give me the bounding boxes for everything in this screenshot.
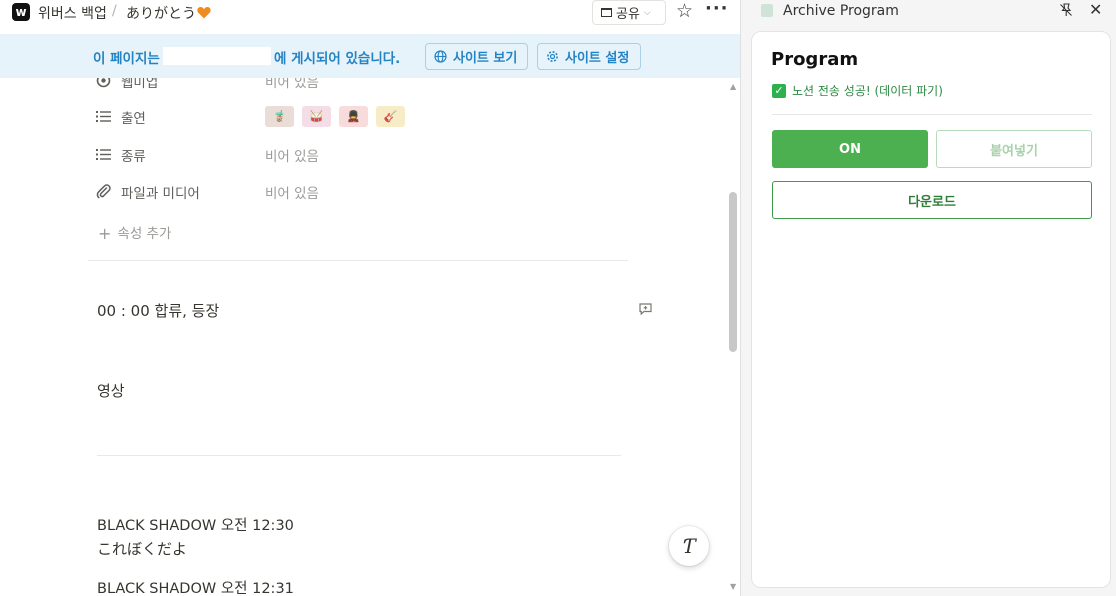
property-name: 파일과 미디어 (121, 186, 200, 202)
window-icon (601, 8, 612, 17)
help-button[interactable]: Ƭ (669, 526, 709, 566)
comment-icon[interactable] (639, 303, 652, 315)
divider (88, 260, 628, 261)
text-block[interactable]: 영상 (97, 380, 125, 401)
unpin-icon[interactable] (1059, 3, 1073, 17)
extension-icon (761, 4, 773, 17)
paperclip-icon (96, 184, 111, 199)
notion-page: w 위버스 백업 / ありがとう 공유 ⌵ ☆ ··· 웹미업 비어 있음 출연… (0, 0, 740, 596)
share-label: 공유 (616, 7, 640, 22)
property-name: 종류 (121, 149, 146, 165)
property-row[interactable]: 종류 비어 있음 (96, 144, 636, 166)
on-button[interactable]: ON (772, 130, 928, 168)
divider (772, 114, 1092, 115)
tag-list[interactable]: 🧋 🥁 💂 🎸 (265, 106, 405, 127)
paste-button[interactable]: 붙여넣기 (936, 130, 1092, 168)
breadcrumb-workspace[interactable]: 위버스 백업 (38, 3, 107, 23)
breadcrumb-page[interactable]: ありがとう (126, 3, 211, 23)
workspace-logo-icon[interactable]: w (12, 3, 30, 21)
banner-text-prefix: 이 페이지는 (93, 51, 160, 67)
text-block[interactable]: これぼくだよ (97, 538, 187, 559)
scroll-down-arrow-icon[interactable]: ▼ (730, 582, 736, 591)
breadcrumb-separator: / (112, 3, 117, 19)
banner-text-suffix: 에 게시되어 있습니다. (274, 51, 401, 67)
globe-icon (434, 50, 447, 63)
scroll-up-arrow-icon[interactable]: ▲ (730, 82, 736, 91)
chevron-down-icon: ⌵ (643, 7, 651, 18)
check-icon: ✓ (772, 83, 786, 98)
tag[interactable]: 💂 (339, 106, 368, 127)
property-value[interactable]: 비어 있음 (265, 182, 319, 202)
download-button[interactable]: 다운로드 (772, 181, 1092, 219)
status-message: ✓ 노션 전송 성공! (데이터 파기) (772, 82, 943, 99)
property-name: 출연 (121, 111, 146, 127)
site-settings-label: 사이트 설정 (565, 51, 630, 66)
orange-heart-icon (197, 7, 211, 19)
plus-icon: + (98, 224, 112, 243)
property-value[interactable]: 비어 있음 (265, 145, 319, 165)
redacted-site-url (163, 47, 271, 65)
scrollbar-thumb[interactable] (729, 192, 737, 352)
list-icon (96, 149, 111, 160)
card-title: Program (771, 49, 859, 70)
view-site-button[interactable]: 사이트 보기 (425, 43, 528, 70)
tag[interactable]: 🧋 (265, 106, 294, 127)
text-block[interactable]: BLACK SHADOW 오전 12:31 (97, 577, 294, 596)
status-text: 노션 전송 성공! (데이터 파기) (792, 84, 943, 98)
divider (97, 455, 621, 456)
share-button[interactable]: 공유 ⌵ (592, 0, 666, 25)
tag[interactable]: 🥁 (302, 106, 331, 127)
more-icon[interactable]: ··· (705, 0, 729, 19)
text-block[interactable]: 00 : 00 합류, 등장 (97, 300, 219, 321)
gear-icon (547, 51, 558, 62)
close-icon[interactable]: ✕ (1089, 0, 1102, 19)
program-card: Program ✓ 노션 전송 성공! (데이터 파기) ON 붙여넣기 다운로… (751, 31, 1111, 588)
view-site-label: 사이트 보기 (453, 51, 518, 66)
top-bar: w 위버스 백업 / ありがとう 공유 ⌵ ☆ ··· (0, 0, 740, 25)
breadcrumb-page-label: ありがとう (126, 6, 196, 22)
help-icon: Ƭ (682, 534, 696, 558)
star-icon[interactable]: ☆ (676, 1, 693, 21)
text-block[interactable]: BLACK SHADOW 오전 12:30 (97, 514, 294, 535)
add-property-button[interactable]: + 속성 추가 (98, 222, 171, 243)
property-row[interactable]: 파일과 미디어 비어 있음 (96, 181, 636, 203)
list-icon (96, 111, 111, 122)
tag[interactable]: 🎸 (376, 106, 405, 127)
add-property-label: 속성 추가 (117, 226, 172, 242)
extension-header: Archive Program ✕ (741, 0, 1116, 24)
site-settings-button[interactable]: 사이트 설정 (537, 43, 641, 70)
extension-title: Archive Program (783, 3, 899, 19)
extension-side-panel: Archive Program ✕ Program ✓ 노션 전송 성공! (데… (740, 0, 1116, 596)
property-row[interactable]: 출연 🧋 🥁 💂 🎸 (96, 106, 636, 128)
